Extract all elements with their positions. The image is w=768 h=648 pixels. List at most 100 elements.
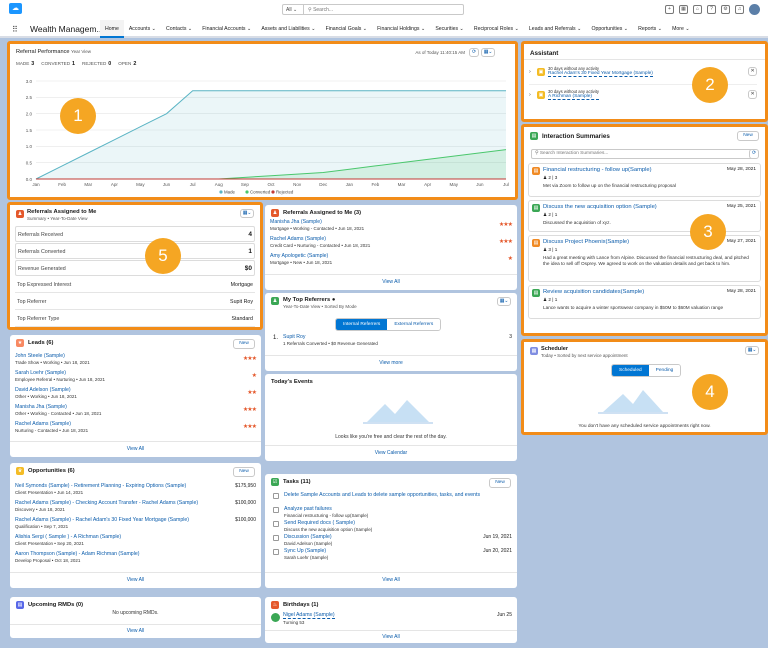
favorites-icon[interactable]: ▦ (679, 5, 688, 14)
info-icon[interactable]: ● (332, 297, 336, 303)
nav-item-assets-and-liabilities[interactable]: Assets and Liabilities ⌄ (256, 20, 320, 38)
item-name[interactable]: Neil Symonds (Sample) - Retirement Plann… (15, 483, 256, 489)
nav-item-more[interactable]: More ⌄ (667, 20, 695, 38)
item-name[interactable]: Aaron Thompson (Sample) - Adam Richman (… (15, 551, 256, 557)
chevron-down-icon[interactable]: ⌄ (656, 26, 662, 32)
task-name[interactable]: Analyze past failures (284, 506, 368, 512)
contact-name[interactable]: Nigel Adams (Sample) (283, 612, 335, 619)
interaction-item[interactable]: ▤ Review acquisition candidates(Sample) … (528, 285, 761, 319)
chevron-down-icon[interactable]: ⌄ (361, 26, 367, 32)
add-icon[interactable]: + (665, 5, 674, 14)
view-all-link[interactable]: View All (10, 441, 261, 457)
task-checkbox[interactable] (273, 521, 279, 527)
chevron-down-icon[interactable]: ⌄ (622, 26, 628, 32)
task-name[interactable]: Sync Up (Sample) (284, 548, 328, 554)
help-icon[interactable]: ? (707, 5, 716, 14)
interaction-title[interactable]: Financial restructuring - follow up(Samp… (543, 167, 652, 173)
settings-menu-icon[interactable]: ▦⌄ (745, 346, 759, 355)
item-name[interactable]: David Adelson (Sample) (15, 387, 256, 393)
view-all-link[interactable]: View All (265, 630, 517, 643)
nav-item-financial-holdings[interactable]: Financial Holdings ⌄ (372, 20, 430, 38)
settings-menu-icon[interactable]: ▦⌄ (240, 209, 254, 218)
close-icon[interactable]: ✕ (748, 67, 757, 76)
salesforce-logo-icon[interactable]: ☁ (9, 3, 22, 14)
tab-scheduled[interactable]: Scheduled (612, 365, 649, 376)
item-name[interactable]: Rachel Adams (Sample) - Rachel Adam's 30… (15, 517, 256, 523)
nav-item-contacts[interactable]: Contacts ⌄ (161, 20, 197, 38)
interaction-item[interactable]: ▤ Financial restructuring - follow up(Sa… (528, 163, 761, 197)
tab-internal-referrers[interactable]: Internal Referrers (336, 319, 388, 330)
notifications-bell-icon[interactable]: ♫ (735, 5, 744, 14)
close-icon[interactable]: ✕ (748, 90, 757, 99)
interaction-title[interactable]: Discuss the new acquisition option (Samp… (543, 204, 657, 210)
search-scope-select[interactable]: All ⌄ (282, 4, 304, 15)
interaction-title[interactable]: Discuss Project Phoenix(Sample) (543, 239, 629, 245)
chevron-down-icon[interactable]: ⌄ (458, 26, 464, 32)
app-launcher-icon[interactable]: ⠿ (12, 26, 18, 34)
chevron-right-icon[interactable]: › (529, 69, 531, 75)
chevron-down-icon[interactable]: ⌄ (150, 26, 156, 32)
item-name[interactable]: Rachel Adams (Sample) - Checking Account… (15, 500, 256, 506)
global-search-input[interactable]: ⚲ Search... (304, 4, 464, 15)
item-name[interactable]: Rachel Adams (Sample) (15, 421, 256, 427)
chevron-down-icon[interactable]: ⌄ (310, 26, 315, 32)
interaction-search-input[interactable]: ⚲ Search Interaction Summaries... (531, 149, 753, 159)
task-checkbox[interactable] (273, 493, 279, 499)
nav-item-leads-and-referrals[interactable]: Leads and Referrals ⌄ (524, 20, 587, 38)
chevron-right-icon[interactable]: › (529, 92, 531, 98)
view-all-link[interactable]: View All (265, 274, 517, 290)
assistant-link[interactable]: A Richman (Sample) (548, 94, 599, 100)
chart-type-menu-icon[interactable]: ▦⌄ (481, 48, 495, 57)
interaction-item[interactable]: ▤ Discuss the new acquisition option (Sa… (528, 200, 761, 232)
chevron-down-icon[interactable]: ⌄ (576, 26, 581, 32)
home-icon[interactable]: ⌂ (693, 5, 702, 14)
chevron-down-icon[interactable]: ⌄ (246, 26, 251, 32)
new-button[interactable]: New (233, 467, 255, 477)
nav-item-securities[interactable]: Securities ⌄ (430, 20, 469, 38)
view-all-link[interactable]: View All (10, 624, 261, 638)
item-name[interactable]: Alishia Sergi ( Sample ) - A Richman (Sa… (15, 534, 256, 540)
tab-external-referrers[interactable]: External Referrers (387, 319, 441, 330)
assistant-link[interactable]: Rachel Adam's 30 Fixed Year Mortgage (Sa… (548, 71, 653, 77)
chevron-down-icon[interactable]: ⌄ (186, 26, 192, 32)
view-more-link[interactable]: View more (265, 355, 517, 371)
nav-item-financial-goals[interactable]: Financial Goals ⌄ (321, 20, 373, 38)
new-button[interactable]: New (233, 339, 255, 349)
item-name[interactable]: John Steele (Sample) (15, 353, 256, 359)
task-name[interactable]: Delete Sample Accounts and Leads to dele… (284, 492, 480, 498)
item-name[interactable]: Rachel Adams (Sample) (270, 236, 512, 242)
item-name[interactable]: Sarah Loehr (Sample) (15, 370, 256, 376)
empty-state-illustration (598, 390, 668, 414)
nav-item-home[interactable]: Home (100, 20, 124, 38)
tab-pending[interactable]: Pending (648, 365, 681, 376)
referrer-name[interactable]: Supit Roy (283, 334, 378, 340)
nav-item-reciprocal-roles[interactable]: Reciprocal Roles ⌄ (469, 20, 524, 38)
nav-item-accounts[interactable]: Accounts ⌄ (124, 20, 161, 38)
nav-item-reports[interactable]: Reports ⌄ (633, 20, 667, 38)
settings-menu-icon[interactable]: ▦⌄ (497, 297, 511, 306)
chevron-down-icon[interactable]: ⌄ (513, 26, 519, 32)
item-name[interactable]: Manisha Jha (Sample) (270, 219, 512, 225)
interaction-item[interactable]: ▤ Discuss Project Phoenix(Sample) May 27… (528, 235, 761, 282)
new-button[interactable]: New (489, 478, 511, 488)
view-all-link[interactable]: View All (265, 572, 517, 588)
item-name[interactable]: Amy Apologetic (Sample) (270, 253, 512, 259)
nav-item-opportunities[interactable]: Opportunities ⌄ (586, 20, 633, 38)
new-button[interactable]: New (737, 131, 759, 141)
refresh-icon[interactable]: ⟳ (749, 149, 759, 159)
chevron-down-icon[interactable]: ⌄ (420, 26, 425, 32)
task-checkbox[interactable] (273, 535, 279, 541)
task-checkbox[interactable] (273, 549, 279, 555)
task-name[interactable]: Send Required docs ( Sample) (284, 520, 372, 526)
view-all-link[interactable]: View All (10, 572, 261, 588)
nav-item-financial-accounts[interactable]: Financial Accounts ⌄ (197, 20, 256, 38)
task-checkbox[interactable] (273, 507, 279, 513)
user-avatar[interactable] (749, 4, 760, 15)
interaction-title[interactable]: Review acquisition candidates(Sample) (543, 289, 644, 295)
item-name[interactable]: Manisha Jha (Sample) (15, 404, 256, 410)
refresh-icon[interactable]: ⟳ (469, 48, 479, 57)
setup-gear-icon[interactable]: ⚙ (721, 5, 730, 14)
view-calendar-link[interactable]: View Calendar (265, 445, 517, 461)
chevron-down-icon[interactable]: ⌄ (684, 26, 689, 32)
task-name[interactable]: Discussion (Sample) (284, 534, 332, 540)
